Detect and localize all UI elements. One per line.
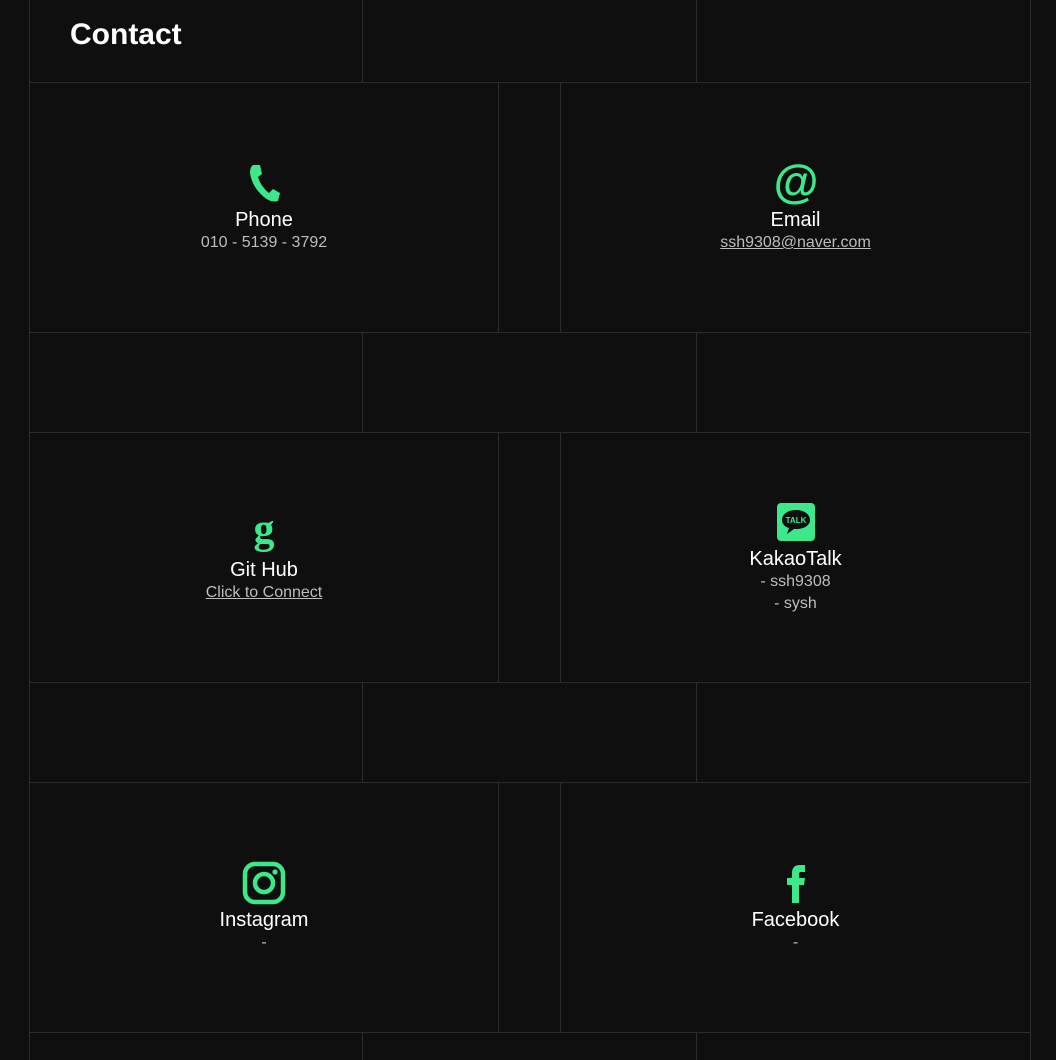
- spacer-band-3: [30, 1033, 1030, 1060]
- phone-card: Phone 010 - 5139 - 3792: [30, 83, 499, 332]
- email-link[interactable]: ssh9308@naver.com: [720, 232, 871, 254]
- kakaotalk-card: TALK KakaoTalk - ssh9308 - sysh: [561, 433, 1030, 682]
- kakaotalk-icon: TALK: [774, 500, 818, 544]
- github-icon: g: [242, 511, 286, 555]
- facebook-value: -: [792, 934, 799, 951]
- email-label: Email: [770, 209, 821, 231]
- instagram-value: -: [261, 934, 267, 951]
- contact-row-3: Instagram - Facebook -: [30, 783, 1030, 1033]
- kakaotalk-badge: TALK: [785, 516, 806, 525]
- contact-row-1: Phone 010 - 5139 - 3792 @ Email ssh9308@…: [30, 83, 1030, 333]
- github-label: Git Hub: [230, 559, 298, 581]
- spacer-band-1: [30, 333, 1030, 433]
- page-title: Contact: [70, 18, 182, 51]
- facebook-icon: [774, 861, 818, 905]
- facebook-label: Facebook: [751, 909, 840, 931]
- svg-text:@: @: [775, 161, 817, 205]
- kakaotalk-id-2: - sysh: [774, 595, 817, 612]
- github-card: g Git Hub Click to Connect: [30, 433, 499, 682]
- spacer-band-2: [30, 683, 1030, 783]
- contact-row-2: g Git Hub Click to Connect TALK KakaoTal…: [30, 433, 1030, 683]
- instagram-card: Instagram -: [30, 783, 499, 1032]
- email-card: @ Email ssh9308@naver.com: [561, 83, 1030, 332]
- github-link[interactable]: Click to Connect: [206, 582, 323, 604]
- facebook-card: Facebook -: [561, 783, 1030, 1032]
- instagram-icon: [242, 861, 286, 905]
- phone-label: Phone: [235, 209, 293, 231]
- contact-section: Contact Phone 010 - 5139 - 3792 @ Email …: [29, 0, 1031, 1060]
- kakaotalk-label: KakaoTalk: [749, 548, 842, 570]
- phone-icon: [242, 161, 286, 205]
- svg-text:g: g: [254, 511, 275, 553]
- instagram-label: Instagram: [219, 909, 309, 931]
- at-icon: @: [774, 161, 818, 205]
- phone-value: 010 - 5139 - 3792: [200, 234, 328, 251]
- kakaotalk-id-1: - ssh9308: [760, 573, 831, 590]
